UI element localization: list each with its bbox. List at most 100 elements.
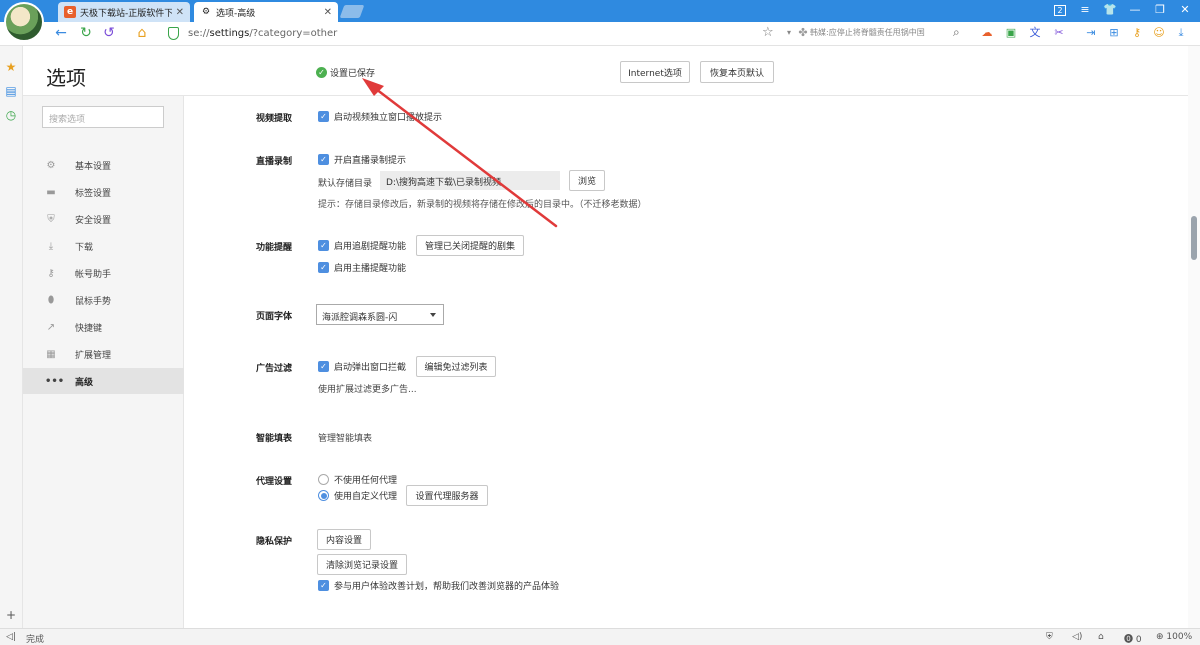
no-proxy-radio[interactable]: 不使用任何代理 (318, 473, 397, 486)
scrollbar[interactable] (1188, 46, 1200, 628)
checkbox-checked-icon[interactable]: ✓ (318, 154, 329, 165)
browse-button[interactable]: 浏览 (569, 170, 605, 191)
menu-icon[interactable]: ≡ (1075, 3, 1095, 16)
popup-block-checkbox[interactable]: ✓ 启动弹出窗口拦截 (318, 360, 406, 373)
saved-status: ✓ 设置已保存 (316, 66, 375, 79)
gear-icon: ⚙ (201, 7, 211, 17)
streamer-reminder-checkbox[interactable]: ✓ 启用主播提醒功能 (318, 261, 406, 274)
tab-tianji[interactable]: e 天极下载站-正版软件下载 ✕ (58, 2, 190, 22)
undo-icon[interactable]: ↺ (100, 25, 118, 41)
storage-dir-field[interactable]: D:\搜狗高速下载\已录制视频 (380, 171, 560, 190)
sidebar-item-extensions[interactable]: ▦ 扩展管理 (23, 341, 184, 367)
close-icon[interactable]: ✕ (176, 7, 184, 18)
video-popup-checkbox[interactable]: ✓ 启动视频独立窗口播放提示 (318, 110, 442, 123)
badge-icon[interactable]: 2 (1050, 3, 1070, 16)
sidebar-item-account[interactable]: ⚷ 帐号助手 (23, 260, 184, 286)
checkbox-checked-icon[interactable]: ✓ (318, 361, 329, 372)
key-icon[interactable]: ⚷ (1130, 26, 1144, 40)
header-divider (23, 95, 1188, 96)
setup-proxy-button[interactable]: 设置代理服务器 (406, 485, 488, 506)
checkbox-checked-icon[interactable]: ✓ (318, 580, 329, 591)
add-icon[interactable]: + (4, 608, 18, 622)
radio-selected-icon[interactable] (318, 490, 329, 501)
security-shield-icon[interactable] (168, 27, 179, 40)
restore-icon[interactable]: ❐ (1150, 3, 1170, 16)
lock-icon[interactable]: ⌂ (1098, 632, 1104, 642)
radio-icon[interactable] (318, 474, 329, 485)
notes-icon[interactable]: ▤ (4, 84, 18, 98)
manage-autofill-link[interactable]: 管理智能填表 (318, 431, 372, 444)
login-icon[interactable]: ⇥ (1084, 26, 1098, 40)
url-field[interactable]: se://settings/?category=other (188, 28, 337, 39)
font-select[interactable]: 海派腔调森系圆-闪 (316, 304, 444, 325)
content-settings-button[interactable]: 内容设置 (317, 529, 371, 550)
sidebar-item-tabs[interactable]: ▬ 标签设置 (23, 179, 184, 205)
search-icon[interactable]: ⌕ (953, 25, 960, 40)
side-rail: ★ ▤ ◷ + (0, 46, 23, 628)
bookmark-star-icon[interactable]: ☆ (762, 25, 774, 40)
sidebar-item-security[interactable]: ⛨ 安全设置 (23, 206, 184, 232)
section-title-font: 页面字体 (256, 312, 293, 322)
internet-options-button[interactable]: Internet选项 (620, 61, 690, 83)
ux-program-checkbox[interactable]: ✓ 参与用户体验改善计划，帮助我们改善浏览器的产品体验 (318, 579, 559, 592)
checkbox-checked-icon[interactable]: ✓ (318, 262, 329, 273)
section-title-live: 直播录制 (256, 157, 293, 167)
close-window-icon[interactable]: ✕ (1175, 3, 1195, 16)
manage-closed-reminders-button[interactable]: 管理已关闭提醒的剧集 (416, 235, 524, 256)
counter-badge[interactable]: ⓿ 0 (1124, 632, 1142, 645)
adblock-extension-link[interactable]: 使用扩展过滤更多广告... (318, 382, 417, 395)
emoji-icon[interactable]: ☺ (1152, 26, 1166, 40)
sidebar-item-basic[interactable]: ⚙ 基本设置 (23, 152, 184, 178)
custom-proxy-radio[interactable]: 使用自定义代理 (318, 489, 397, 502)
scrollbar-thumb[interactable] (1191, 216, 1197, 260)
grid-icon[interactable]: ⊞ (1107, 26, 1121, 40)
live-record-checkbox[interactable]: ✓ 开启直播录制提示 (318, 153, 406, 166)
sidebar-item-mouse-gesture[interactable]: ⬮ 鼠标手势 (23, 287, 184, 313)
tab-label: 天极下载站-正版软件下载 (80, 8, 172, 19)
history-icon[interactable]: ◷ (4, 108, 18, 122)
back-icon[interactable]: ← (52, 25, 70, 41)
restore-defaults-button[interactable]: 恢复本页默认 (700, 61, 774, 83)
sidebar-item-download[interactable]: ⤓ 下载 (23, 233, 184, 259)
section-title-autofill: 智能填表 (256, 434, 293, 444)
shield-icon[interactable]: ⛨ (1046, 632, 1053, 642)
status-bar: ◁| 完成 ⛨ ◁) ⌂ ⓿ 0 ⊕ 100% (0, 628, 1200, 645)
download-icon: ⤓ (48, 240, 54, 252)
live-hint: 提示：存储目录修改后，新录制的视频将存储在修改后的目录中。（不迁移老数据） (318, 200, 647, 210)
new-tab-button[interactable] (339, 5, 365, 18)
section-title-adblock: 广告过滤 (256, 364, 293, 374)
favorites-icon[interactable]: ★ (4, 60, 18, 74)
section-title-privacy: 隐私保护 (256, 537, 293, 547)
sidebar-item-advanced[interactable]: ••• 高级 (23, 368, 184, 394)
clear-history-button[interactable]: 清除浏览记录设置 (317, 554, 407, 575)
checkbox-checked-icon[interactable]: ✓ (318, 111, 329, 122)
checkbox-checked-icon[interactable]: ✓ (318, 240, 329, 251)
gear-icon: ⚙ (46, 159, 56, 171)
sidebar-toggle-icon[interactable]: ◁| (6, 632, 16, 642)
image-icon[interactable]: ▣ (1004, 26, 1018, 40)
scissors-icon[interactable]: ✂ (1052, 26, 1066, 40)
search-input[interactable]: 搜索选项 (42, 106, 164, 128)
close-icon[interactable]: ✕ (324, 7, 332, 18)
sidebar-item-shortcuts[interactable]: ↗ 快捷键 (23, 314, 184, 340)
more-icon: ••• (45, 375, 65, 387)
dropdown-icon[interactable]: ▾ (782, 26, 796, 40)
refresh-icon[interactable]: ↻ (77, 25, 95, 41)
download-icon[interactable]: ⤓ (1174, 26, 1188, 40)
translate-icon[interactable]: 文 (1028, 26, 1042, 40)
status-text: 完成 (26, 635, 45, 645)
page-title: 选项 (46, 66, 86, 90)
home-icon[interactable]: ⌂ (133, 25, 151, 41)
avatar[interactable] (4, 2, 44, 42)
speaker-icon[interactable]: ◁) (1072, 632, 1082, 642)
mouse-icon: ⬮ (47, 294, 55, 306)
edit-whitelist-button[interactable]: 编辑免过滤列表 (416, 356, 496, 377)
check-icon: ✓ (316, 67, 327, 78)
tab-options-advanced[interactable]: ⚙ 选项-高级 ✕ (194, 2, 338, 22)
zoom-level[interactable]: ⊕ 100% (1156, 632, 1192, 642)
cloud-icon[interactable]: ☁ (980, 26, 994, 40)
news-ticker[interactable]: 韩媒:应停止将脊髓责任甩锅中国 (810, 27, 950, 38)
minimize-icon[interactable]: — (1125, 3, 1145, 16)
skin-icon[interactable]: 👕 (1100, 3, 1120, 16)
drama-reminder-checkbox[interactable]: ✓ 启用追剧提醒功能 (318, 239, 406, 252)
